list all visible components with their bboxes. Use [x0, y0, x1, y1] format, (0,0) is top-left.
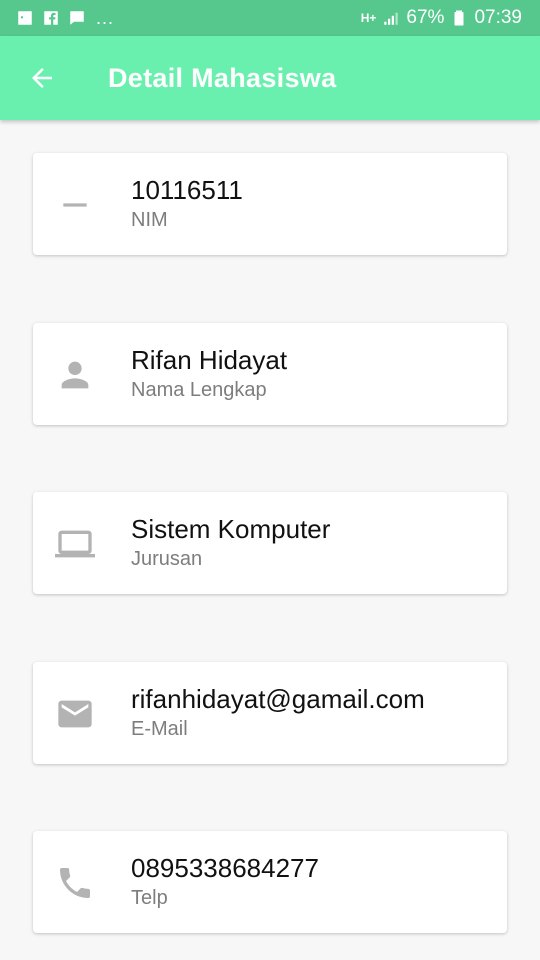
detail-card-nama: Rifan Hidayat Nama Lengkap: [33, 323, 507, 425]
system-indicators: H+ 67% 07:39: [361, 7, 522, 29]
back-button[interactable]: [24, 60, 60, 96]
detail-label-nim: NIM: [131, 209, 168, 231]
signal-icon: [382, 9, 400, 27]
page-title: Detail Mahasiswa: [108, 62, 337, 93]
battery-icon: [450, 9, 468, 27]
notification-icons: ...: [16, 9, 114, 27]
detail-label-nama: Nama Lengkap: [131, 379, 267, 401]
detail-card-nim: 10116511 NIM: [33, 153, 507, 255]
app-bar: Detail Mahasiswa: [0, 36, 540, 120]
detail-value-nama: Rifan Hidayat: [131, 345, 288, 375]
detail-label-jurusan: Jurusan: [131, 548, 203, 570]
arrow-back-icon: [32, 68, 52, 88]
detail-value-jurusan: Sistem Komputer: [131, 514, 331, 544]
status-bar: ... H+ 67% 07:39: [0, 0, 540, 36]
image-icon: [16, 9, 34, 27]
facebook-icon: [42, 9, 60, 27]
network-type-icon: H+: [360, 11, 377, 25]
laptop-icon: [55, 524, 95, 564]
person-icon: [55, 355, 95, 395]
clock: 07:39: [474, 7, 522, 28]
detail-label-telp: Telp: [131, 887, 168, 909]
chat-icon: [68, 9, 86, 27]
detail-value-telp: 0895338684277: [131, 853, 319, 883]
detail-value-nim: 10116511: [131, 175, 243, 205]
email-icon: [55, 694, 95, 734]
detail-value-email: rifanhidayat@gamail.com: [131, 684, 425, 714]
battery-percentage: 67%: [406, 7, 445, 28]
phone-icon: [55, 863, 95, 903]
detail-card-telp: 0895338684277 Telp: [33, 831, 507, 933]
detail-card-email: rifanhidayat@gamail.com E-Mail: [33, 662, 507, 764]
remove-icon: [55, 185, 95, 225]
more-notifications: ...: [96, 8, 115, 28]
detail-card-jurusan: Sistem Komputer Jurusan: [33, 492, 507, 594]
detail-label-email: E-Mail: [131, 718, 188, 740]
